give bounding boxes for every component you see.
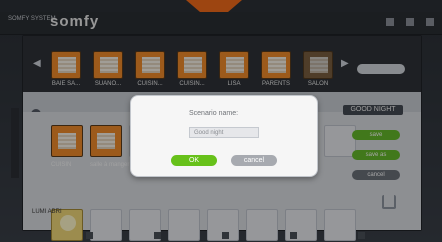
app-frame: SOMFY SYSTEM somfy ◀ BAIE SA... SUANO...… [0,0,442,242]
scenario-name-input[interactable]: Good night [189,127,259,138]
scenario-name-dialog: Scenario name: Good night OK cancel [130,95,318,177]
dialog-label: Scenario name: [189,110,239,117]
ok-button[interactable]: OK [171,155,217,166]
dialog-cancel-button[interactable]: cancel [231,155,277,166]
